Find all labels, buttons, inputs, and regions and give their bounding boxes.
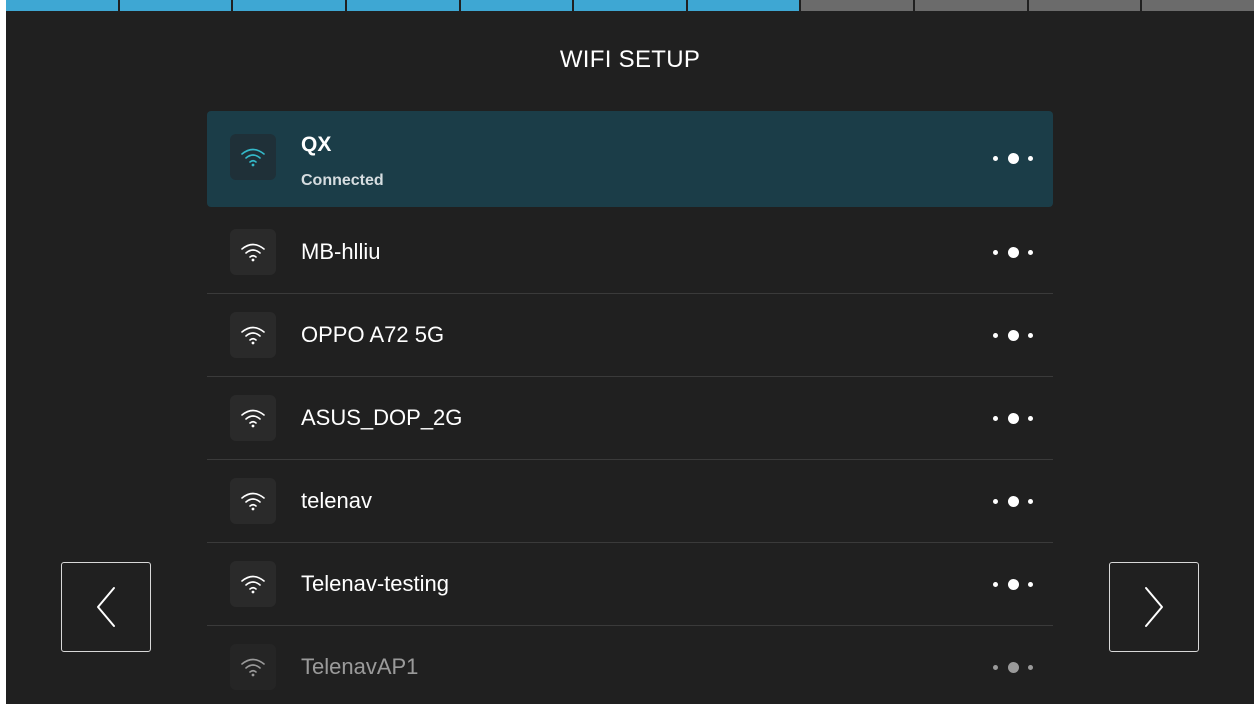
wifi-setup-screen: WIFI SETUP QX Connected MB-hlliu OPPO A7…: [6, 0, 1254, 704]
progress-step: [1142, 0, 1254, 11]
previous-page-button[interactable]: [61, 562, 151, 652]
wifi-icon: [230, 312, 276, 358]
wifi-network-item-connected[interactable]: QX Connected: [207, 111, 1053, 207]
more-options-icon[interactable]: [993, 491, 1033, 511]
network-name: TelenavAP1: [301, 654, 419, 679]
next-page-button[interactable]: [1109, 562, 1199, 652]
wifi-network-item[interactable]: telenav: [207, 460, 1053, 543]
progress-step: [346, 0, 461, 11]
more-options-icon[interactable]: [993, 242, 1033, 262]
progress-step: [801, 0, 916, 11]
network-name: MB-hlliu: [301, 239, 381, 264]
wifi-icon: [230, 644, 276, 690]
wifi-network-item[interactable]: OPPO A72 5G: [207, 294, 1053, 377]
more-options-icon[interactable]: [993, 657, 1033, 677]
wifi-network-item[interactable]: TelenavAP1: [207, 626, 1053, 704]
more-options-icon[interactable]: [993, 574, 1033, 594]
wifi-icon: [230, 395, 276, 441]
chevron-left-icon: [97, 587, 115, 627]
progress-step: [233, 0, 347, 11]
progress-step: [119, 0, 234, 11]
network-name: QX: [301, 133, 332, 156]
network-name: OPPO A72 5G: [301, 322, 445, 347]
wifi-icon: [230, 229, 276, 275]
more-options-icon[interactable]: [993, 148, 1033, 168]
network-name: Telenav-testing: [301, 571, 449, 596]
progress-step: [915, 0, 1029, 11]
wifi-network-item[interactable]: Telenav-testing: [207, 543, 1053, 626]
wifi-icon: [230, 561, 276, 607]
wifi-network-list: QX Connected MB-hlliu OPPO A72 5G ASUS_D…: [207, 111, 1053, 704]
more-options-icon[interactable]: [993, 408, 1033, 428]
page-title: WIFI SETUP: [559, 46, 701, 73]
progress-step: [687, 0, 802, 11]
wifi-icon: [230, 134, 276, 180]
network-name: telenav: [301, 488, 372, 513]
progress-step: [6, 0, 120, 11]
wifi-icon: [230, 478, 276, 524]
progress-step: [574, 0, 688, 11]
wifi-network-item[interactable]: MB-hlliu: [207, 211, 1053, 294]
chevron-right-icon: [1145, 587, 1163, 627]
progress-step: [460, 0, 575, 11]
wifi-network-item[interactable]: ASUS_DOP_2G: [207, 377, 1053, 460]
setup-progress-bar: [6, 0, 1254, 11]
progress-step: [1028, 0, 1143, 11]
more-options-icon[interactable]: [993, 325, 1033, 345]
connection-status: Connected: [301, 172, 384, 189]
network-name: ASUS_DOP_2G: [301, 405, 463, 430]
